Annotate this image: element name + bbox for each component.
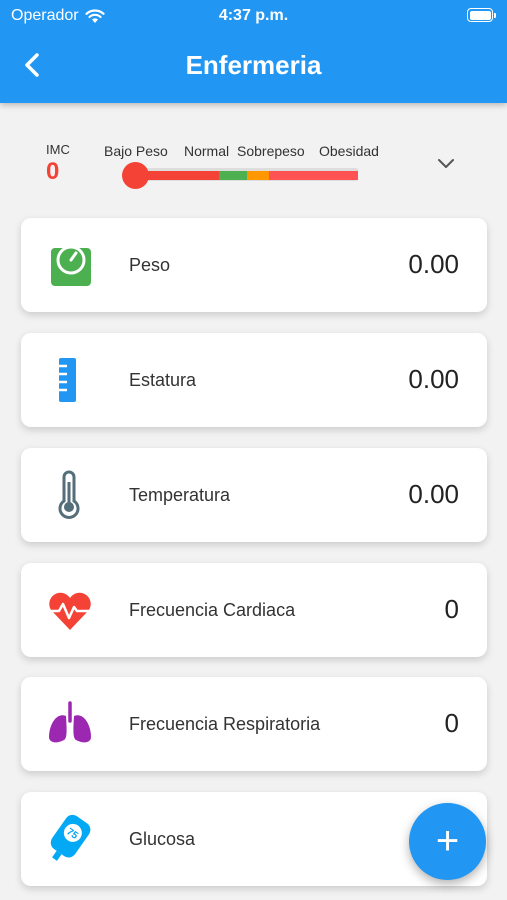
imc-category-bajo-peso: Bajo Peso [104, 143, 168, 159]
card-value: 0.00 [408, 249, 459, 279]
card-label: Frecuencia Cardiaca [129, 600, 296, 620]
imc-category-normal: Normal [184, 143, 230, 159]
add-button[interactable]: + [409, 803, 486, 880]
card-estatura[interactable]: Estatura 0.00 [21, 333, 487, 427]
imc-segment-obese [269, 171, 358, 180]
imc-segment-over [247, 171, 269, 180]
glucose-meter-icon: 75 [50, 814, 91, 861]
card-label: Frecuencia Respiratoria [129, 714, 321, 734]
imc-value: 0 [46, 158, 60, 185]
imc-category-obesidad: Obesidad [319, 143, 379, 159]
app-header: Operador 4:37 p.m. Enfermeria [0, 0, 507, 103]
ruler-icon [59, 358, 76, 402]
card-temperatura[interactable]: Temperatura 0.00 [21, 448, 487, 542]
card-value: 0 [444, 708, 459, 738]
card-label: Glucosa [129, 829, 196, 849]
status-bar: Operador 4:37 p.m. [0, 5, 507, 27]
thermometer-icon [58, 470, 80, 519]
status-time: 4:37 p.m. [218, 7, 289, 24]
card-label: Temperatura [129, 485, 231, 505]
imc-scale-bar [124, 168, 358, 181]
battery-icon [467, 8, 496, 22]
imc-category-sobrepeso: Sobrepeso [237, 143, 305, 159]
card-frecuencia-cardiaca[interactable]: Frecuencia Cardiaca 0 [21, 563, 487, 657]
lungs-icon [49, 701, 91, 743]
scale-icon [51, 245, 91, 286]
heart-rate-icon [49, 592, 91, 630]
card-frecuencia-respiratoria[interactable]: Frecuencia Respiratoria 0 [21, 677, 487, 771]
imc-segment-normal [219, 171, 247, 180]
page-title: Enfermeria [185, 50, 322, 80]
imc-panel: IMC 0 Bajo Peso Normal Sobrepeso Obesida… [0, 103, 507, 209]
card-label: Peso [129, 255, 171, 275]
card-peso[interactable]: Peso 0.00 [21, 218, 487, 312]
card-value: 0.00 [408, 479, 459, 509]
chevron-down-icon[interactable] [436, 157, 456, 171]
imc-indicator [122, 162, 149, 189]
card-label: Estatura [129, 370, 197, 390]
card-value: 0 [444, 594, 459, 624]
imc-label: IMC [46, 142, 70, 157]
card-value: 0.00 [408, 364, 459, 394]
